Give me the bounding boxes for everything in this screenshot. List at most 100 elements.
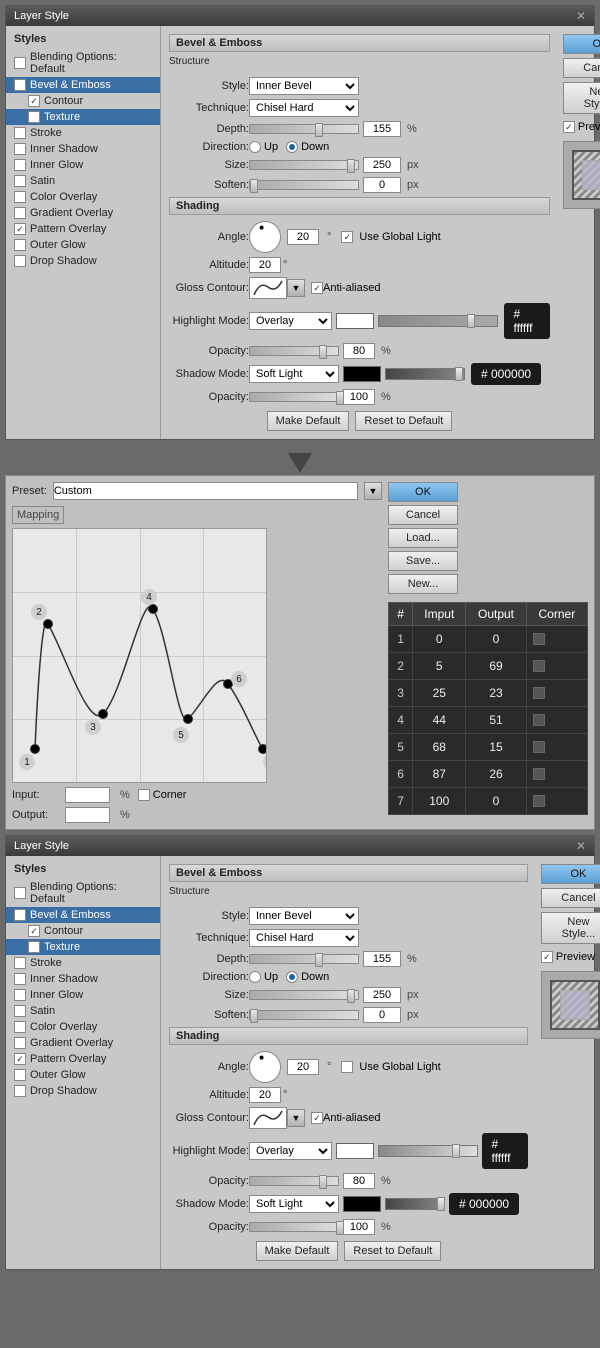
- new-button-curve[interactable]: New...: [388, 574, 458, 594]
- preview-checkbox-top[interactable]: [563, 121, 575, 133]
- technique-select[interactable]: Chisel Hard: [249, 99, 359, 117]
- sidebar-bottom-gradient-overlay[interactable]: Gradient Overlay: [6, 1035, 160, 1051]
- depth-slider-b[interactable]: [249, 954, 359, 964]
- sidebar-item-blending[interactable]: Blending Options: Default: [6, 49, 160, 77]
- sidebar-bottom-bevel[interactable]: Bevel & Emboss: [6, 907, 160, 923]
- checkbox-inner-shadow[interactable]: [14, 143, 26, 155]
- shadow-color-swatch-b[interactable]: [343, 1196, 381, 1212]
- checkbox-b-color-overlay[interactable]: [14, 1021, 26, 1033]
- shadow-mode-select-b[interactable]: Soft Light: [249, 1195, 339, 1213]
- sidebar-item-satin[interactable]: Satin: [6, 173, 160, 189]
- highlight-opacity-slider[interactable]: [249, 346, 339, 356]
- anti-aliased-checkbox-b[interactable]: [311, 1112, 323, 1124]
- radio-up-dot-b[interactable]: [249, 971, 261, 983]
- curve-point-1[interactable]: [30, 744, 40, 754]
- depth-slider[interactable]: [249, 124, 359, 134]
- direction-up-radio[interactable]: Up: [249, 141, 278, 153]
- checkbox-bevel[interactable]: [14, 79, 26, 91]
- close-icon-top[interactable]: ✕: [576, 9, 586, 23]
- sidebar-bottom-contour[interactable]: Contour: [6, 923, 160, 939]
- shadow-opacity-input[interactable]: [343, 389, 375, 405]
- highlight-opacity-thumb-b[interactable]: [452, 1144, 460, 1158]
- gloss-contour-arrow[interactable]: ▼: [287, 279, 305, 297]
- highlight-opacity-input[interactable]: [343, 343, 375, 359]
- size-slider[interactable]: [249, 160, 359, 170]
- sidebar-item-drop-shadow[interactable]: Drop Shadow: [6, 253, 160, 269]
- checkbox-b-texture[interactable]: [28, 941, 40, 953]
- direction-down-radio-b[interactable]: Down: [286, 971, 329, 983]
- checkbox-contour[interactable]: [28, 95, 40, 107]
- shadow-opacity-thumb[interactable]: [455, 367, 463, 381]
- sidebar-bottom-inner-glow[interactable]: Inner Glow: [6, 987, 160, 1003]
- row-2-corner[interactable]: [526, 653, 587, 680]
- checkbox-b-outer-glow[interactable]: [14, 1069, 26, 1081]
- corner-check-6[interactable]: [533, 768, 545, 780]
- row-5-corner[interactable]: [526, 734, 587, 761]
- checkbox-b-blending[interactable]: [14, 887, 26, 899]
- sidebar-bottom-inner-shadow[interactable]: Inner Shadow: [6, 971, 160, 987]
- checkbox-blending[interactable]: [14, 57, 26, 69]
- sidebar-item-pattern-overlay[interactable]: Pattern Overlay: [6, 221, 160, 237]
- sidebar-bottom-pattern-overlay[interactable]: Pattern Overlay: [6, 1051, 160, 1067]
- angle-input[interactable]: [287, 229, 319, 245]
- row-7-corner[interactable]: [526, 788, 587, 815]
- input-field[interactable]: [65, 787, 110, 803]
- preset-input[interactable]: [53, 482, 358, 500]
- direction-up-radio-b[interactable]: Up: [249, 971, 278, 983]
- style-select[interactable]: Inner Bevel: [249, 77, 359, 95]
- corner-check-7[interactable]: [533, 795, 545, 807]
- angle-wheel-b[interactable]: [249, 1051, 281, 1083]
- ok-button-bottom[interactable]: OK: [541, 864, 600, 884]
- shadow-opacity-thumb-b[interactable]: [437, 1197, 445, 1211]
- altitude-input[interactable]: [249, 257, 281, 273]
- radio-up-dot[interactable]: [249, 141, 261, 153]
- preview-checkbox-bottom[interactable]: [541, 951, 553, 963]
- checkbox-stroke[interactable]: [14, 127, 26, 139]
- angle-input-b[interactable]: [287, 1059, 319, 1075]
- highlight-color-swatch[interactable]: [336, 313, 374, 329]
- cancel-button-curve[interactable]: Cancel: [388, 505, 458, 525]
- new-style-button-top[interactable]: New Style...: [563, 82, 600, 114]
- size-input[interactable]: [363, 157, 401, 173]
- row-4-corner[interactable]: [526, 707, 587, 734]
- row-6-corner[interactable]: [526, 761, 587, 788]
- shadow-opacity-input-b[interactable]: [343, 1219, 375, 1235]
- row-1-corner[interactable]: [526, 626, 587, 653]
- sidebar-item-inner-shadow[interactable]: Inner Shadow: [6, 141, 160, 157]
- checkbox-b-gradient-overlay[interactable]: [14, 1037, 26, 1049]
- checkbox-color-overlay[interactable]: [14, 191, 26, 203]
- sidebar-bottom-stroke[interactable]: Stroke: [6, 955, 160, 971]
- sidebar-item-gradient-overlay[interactable]: Gradient Overlay: [6, 205, 160, 221]
- curve-canvas[interactable]: 1 2 3 4 5 6 7: [12, 528, 267, 783]
- checkbox-texture[interactable]: [28, 111, 40, 123]
- radio-down-dot[interactable]: [286, 141, 298, 153]
- corner-check-3[interactable]: [533, 687, 545, 699]
- altitude-input-b[interactable]: [249, 1087, 281, 1103]
- highlight-mode-select[interactable]: Overlay: [249, 312, 332, 330]
- curve-point-4[interactable]: [148, 604, 158, 614]
- style-select-b[interactable]: Inner Bevel: [249, 907, 359, 925]
- depth-input[interactable]: [363, 121, 401, 137]
- sidebar-item-outer-glow[interactable]: Outer Glow: [6, 237, 160, 253]
- curve-point-3[interactable]: [98, 709, 108, 719]
- sidebar-item-bevel[interactable]: Bevel & Emboss: [6, 77, 160, 93]
- soften-input[interactable]: [363, 177, 401, 193]
- row-3-corner[interactable]: [526, 680, 587, 707]
- shadow-opacity-slider[interactable]: [249, 392, 339, 402]
- sidebar-item-color-overlay[interactable]: Color Overlay: [6, 189, 160, 205]
- highlight-opacity-thumb[interactable]: [467, 314, 475, 328]
- load-button-curve[interactable]: Load...: [388, 528, 458, 548]
- highlight-mode-select-b[interactable]: Overlay: [249, 1142, 332, 1160]
- reset-to-default-button-b[interactable]: Reset to Default: [344, 1241, 441, 1261]
- gloss-contour-arrow-b[interactable]: ▼: [287, 1109, 305, 1127]
- radio-down-dot-b[interactable]: [286, 971, 298, 983]
- corner-check-5[interactable]: [533, 741, 545, 753]
- checkbox-b-contour[interactable]: [28, 925, 40, 937]
- use-global-light-checkbox-b[interactable]: [341, 1061, 353, 1073]
- sidebar-bottom-texture[interactable]: Texture: [6, 939, 160, 955]
- checkbox-b-stroke[interactable]: [14, 957, 26, 969]
- soften-slider-b[interactable]: [249, 1010, 359, 1020]
- checkbox-b-satin[interactable]: [14, 1005, 26, 1017]
- sidebar-bottom-blending[interactable]: Blending Options: Default: [6, 879, 160, 907]
- checkbox-pattern-overlay[interactable]: [14, 223, 26, 235]
